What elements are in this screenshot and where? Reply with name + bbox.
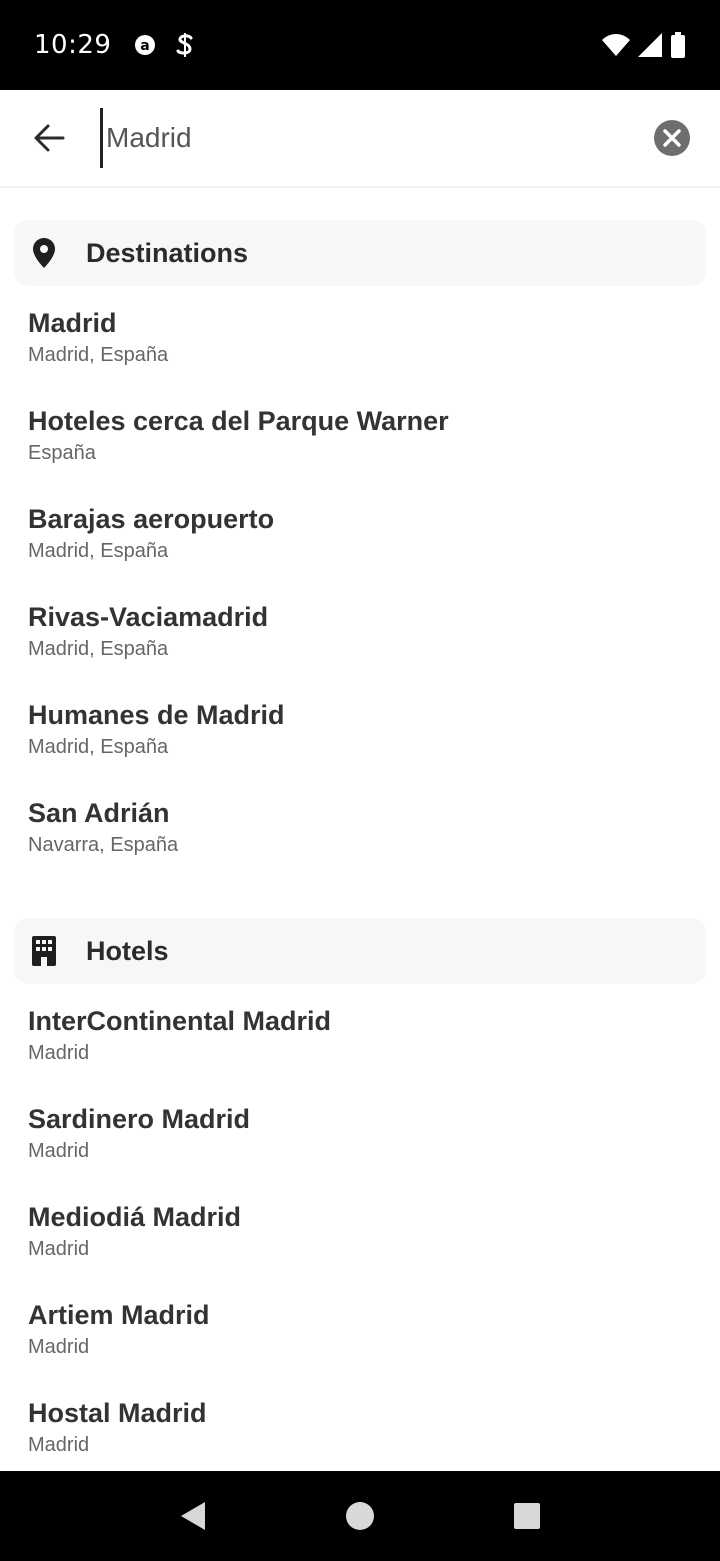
signal-icon bbox=[638, 33, 662, 57]
list-item-destination[interactable]: Barajas aeropuerto Madrid, España bbox=[0, 482, 720, 580]
item-subtitle: Madrid, España bbox=[28, 736, 169, 758]
item-title: Barajas aeropuerto bbox=[28, 504, 275, 534]
app-notification-icon: a bbox=[135, 35, 156, 55]
results-list: Destinations Madrid Madrid, España Hotel… bbox=[0, 220, 720, 1474]
nav-recents-button[interactable] bbox=[497, 1486, 557, 1546]
item-subtitle: Madrid, España bbox=[28, 638, 169, 660]
list-item-hotel[interactable]: Artiem Madrid Madrid bbox=[0, 1278, 720, 1376]
list-item-hotel[interactable]: InterContinental Madrid Madrid bbox=[0, 984, 720, 1082]
list-item-destination[interactable]: Rivas-Vaciamadrid Madrid, España bbox=[0, 580, 720, 678]
search-input[interactable] bbox=[100, 108, 616, 168]
list-item-hotel[interactable]: Sardinero Madrid Madrid bbox=[0, 1082, 720, 1180]
item-title: Humanes de Madrid bbox=[28, 700, 285, 730]
back-button[interactable] bbox=[0, 89, 100, 187]
item-title: Sardinero Madrid bbox=[28, 1104, 251, 1134]
battery-icon bbox=[671, 32, 685, 58]
square-recents-icon bbox=[513, 1503, 540, 1529]
clear-search-button[interactable] bbox=[624, 89, 720, 187]
item-title: InterContinental Madrid bbox=[28, 1006, 331, 1036]
navigation-bar bbox=[0, 1471, 720, 1561]
item-title: Artiem Madrid bbox=[28, 1300, 210, 1330]
item-title: Madrid bbox=[28, 308, 117, 338]
item-subtitle: Navarra, España bbox=[28, 834, 179, 856]
status-bar: 10:29 a bbox=[0, 0, 720, 90]
clear-icon bbox=[654, 120, 690, 156]
list-item-destination[interactable]: Humanes de Madrid Madrid, España bbox=[0, 678, 720, 776]
search-bar bbox=[0, 90, 720, 188]
nav-back-button[interactable] bbox=[163, 1486, 223, 1546]
item-subtitle: Madrid bbox=[28, 1336, 90, 1358]
list-item-hotel[interactable]: Hostal Madrid Madrid bbox=[0, 1376, 720, 1474]
item-title: Mediodiá Madrid bbox=[28, 1202, 242, 1232]
triangle-back-icon bbox=[181, 1502, 206, 1530]
list-item-destination[interactable]: Madrid Madrid, España bbox=[0, 286, 720, 384]
list-item-destination[interactable]: San Adrián Navarra, España bbox=[0, 776, 720, 874]
location-pin-icon bbox=[30, 237, 58, 269]
sync-notification-icon bbox=[176, 33, 193, 57]
hotel-building-icon bbox=[30, 935, 58, 967]
section-title: Hotels bbox=[86, 935, 169, 966]
status-time: 10:29 bbox=[34, 30, 112, 60]
item-subtitle: Madrid, España bbox=[28, 344, 169, 366]
item-title: Rivas-Vaciamadrid bbox=[28, 602, 269, 632]
wifi-icon bbox=[602, 34, 630, 56]
section-title: Destinations bbox=[86, 237, 249, 268]
list-item-destination[interactable]: Hoteles cerca del Parque Warner España bbox=[0, 384, 720, 482]
item-subtitle: Madrid, España bbox=[28, 540, 169, 562]
item-title: San Adrián bbox=[28, 798, 170, 828]
notification-icons: a bbox=[133, 32, 195, 58]
svg-text:a: a bbox=[141, 38, 150, 54]
arrow-left-icon bbox=[34, 124, 65, 152]
circle-home-icon bbox=[345, 1502, 374, 1530]
item-subtitle: Madrid bbox=[28, 1042, 90, 1064]
list-item-hotel[interactable]: Mediodiá Madrid Madrid bbox=[0, 1180, 720, 1278]
nav-home-button[interactable] bbox=[330, 1486, 390, 1546]
item-title: Hostal Madrid bbox=[28, 1398, 207, 1428]
item-subtitle: Madrid bbox=[28, 1434, 90, 1456]
section-header-hotels: Hotels bbox=[14, 918, 706, 984]
item-subtitle: Madrid bbox=[28, 1238, 90, 1260]
item-subtitle: Madrid bbox=[28, 1140, 90, 1162]
system-status-icons bbox=[602, 32, 686, 58]
item-title: Hoteles cerca del Parque Warner bbox=[28, 406, 449, 436]
item-subtitle: España bbox=[28, 442, 96, 464]
section-header-destinations: Destinations bbox=[14, 220, 706, 286]
